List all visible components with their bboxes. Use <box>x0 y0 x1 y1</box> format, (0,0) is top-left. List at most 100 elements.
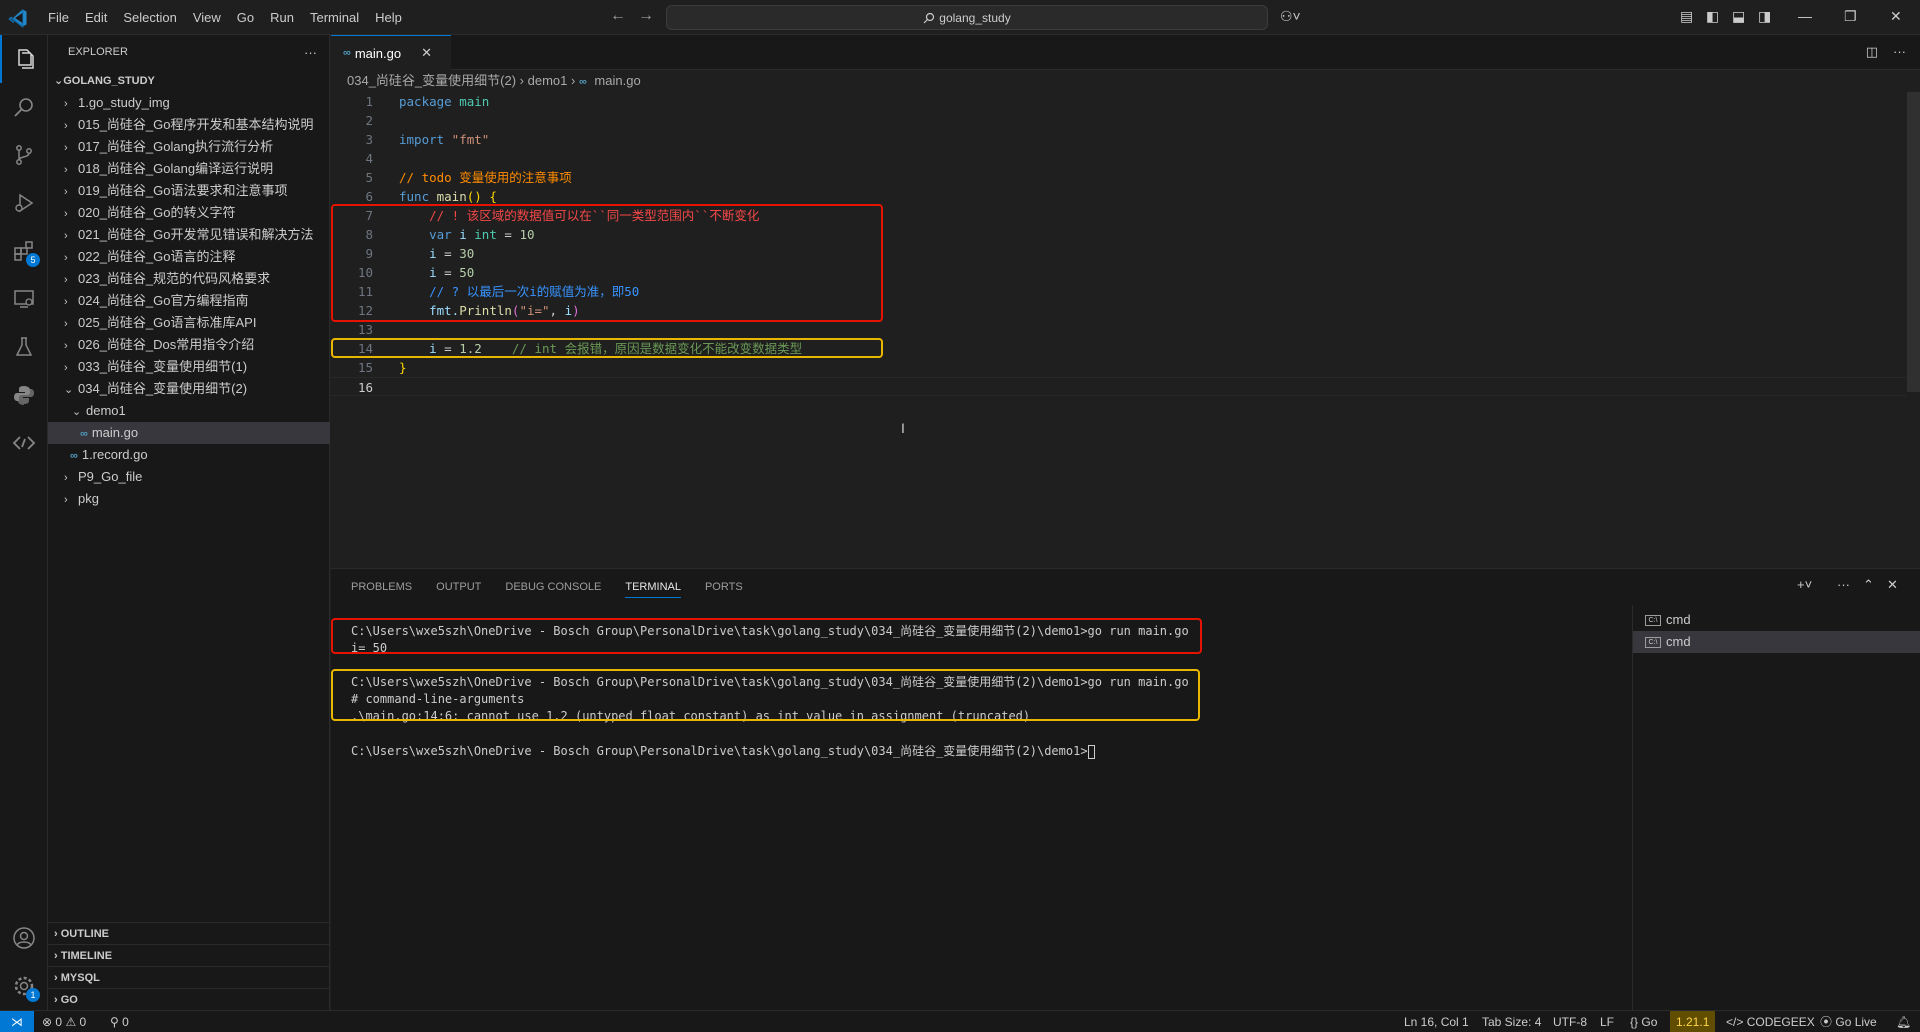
breadcrumb-folder[interactable]: 034_尚硅谷_变量使用细节(2) <box>347 73 516 88</box>
testing-icon[interactable] <box>0 323 48 371</box>
minimize-icon[interactable]: — <box>1798 8 1812 24</box>
terminal-entry-active[interactable]: C:\ cmd <box>1633 631 1920 653</box>
workspace-root[interactable]: ⌄GOLANG_STUDY <box>48 70 330 92</box>
close-window-icon[interactable]: ✕ <box>1890 8 1902 25</box>
cursor-position[interactable]: Ln 16, Col 1 <box>1404 1011 1469 1032</box>
back-arrow-icon[interactable]: ← <box>610 7 626 25</box>
forward-arrow-icon[interactable]: → <box>638 7 654 25</box>
tree-folder[interactable]: › 025_尚硅谷_Go语言标准库API <box>48 312 330 334</box>
tab-problems[interactable]: PROBLEMS <box>351 581 412 593</box>
terminal-entry[interactable]: C:\ cmd <box>1633 609 1920 631</box>
copilot-icon[interactable]: ⚇˅ <box>1280 8 1301 25</box>
more-actions-icon[interactable]: ··· <box>1837 577 1850 592</box>
tab-main-go[interactable]: ∞ main.go ✕ <box>331 35 451 70</box>
settings-gear-icon[interactable]: 1 <box>0 962 48 1010</box>
more-actions-icon[interactable]: ··· <box>1893 44 1906 59</box>
section-go[interactable]: › GO <box>48 988 330 1010</box>
toggle-secondary-sidebar-icon[interactable]: ◨ <box>1758 8 1771 25</box>
close-panel-icon[interactable]: ✕ <box>1887 577 1898 593</box>
tree-folder[interactable]: › 018_尚硅谷_Golang编译运行说明 <box>48 158 330 180</box>
account-icon[interactable] <box>0 914 48 962</box>
search-view-icon[interactable] <box>0 83 48 131</box>
language-mode[interactable]: {} Go <box>1630 1011 1657 1032</box>
tab-size[interactable]: Tab Size: 4 <box>1482 1011 1541 1032</box>
new-terminal-icon[interactable]: +˅ <box>1797 577 1812 592</box>
chevron-down-icon: ⌄ <box>64 384 74 396</box>
restore-icon[interactable]: ❐ <box>1844 8 1857 25</box>
menu-edit[interactable]: Edit <box>77 10 115 25</box>
tree-folder[interactable]: › 015_尚硅谷_Go程序开发和基本结构说明 <box>48 114 330 136</box>
go-live-status[interactable]: ⦿ Go Live <box>1820 1011 1877 1032</box>
chevron-right-icon: › <box>54 950 61 962</box>
tree-folder-open[interactable]: ⌄ 034_尚硅谷_变量使用细节(2) <box>48 378 330 400</box>
more-actions-icon[interactable]: ··· <box>304 35 317 70</box>
tree-folder[interactable]: › 021_尚硅谷_Go开发常见错误和解决方法 <box>48 224 330 246</box>
extensions-icon[interactable]: 5 <box>0 227 48 275</box>
maximize-panel-icon[interactable]: ⌃ <box>1863 577 1874 593</box>
tree-folder[interactable]: › 022_尚硅谷_Go语言的注释 <box>48 246 330 268</box>
warning-icon: ⚠ <box>65 1015 77 1029</box>
tree-folder[interactable]: › 024_尚硅谷_Go官方编程指南 <box>48 290 330 312</box>
chevron-right-icon: › <box>64 164 68 176</box>
section-mysql[interactable]: › MYSQL <box>48 966 330 988</box>
codegeex-icon[interactable] <box>0 419 48 467</box>
tree-folder[interactable]: › 017_尚硅谷_Golang执行流行分析 <box>48 136 330 158</box>
split-editor-icon[interactable]: ◫ <box>1866 44 1878 60</box>
tree-file-record-go[interactable]: ∞ 1.record.go <box>48 444 330 466</box>
tree-folder[interactable]: › P9_Go_file <box>48 466 330 488</box>
toggle-panel-icon[interactable]: ⬓ <box>1732 8 1745 25</box>
codegeex-status[interactable]: </> CODEGEEX <box>1726 1011 1815 1032</box>
tree-file-main-go[interactable]: ∞ main.go <box>48 422 330 444</box>
customize-layout-icon[interactable]: ▤ <box>1680 8 1693 25</box>
vscode-logo-icon[interactable] <box>8 8 28 28</box>
tree-folder-open[interactable]: ⌄ demo1 <box>48 400 330 422</box>
close-tab-icon[interactable]: ✕ <box>421 45 432 61</box>
chevron-right-icon: › <box>64 142 68 154</box>
remote-indicator-icon[interactable]: ⋊ <box>0 1011 34 1032</box>
ports-status[interactable]: ⚲ 0 <box>110 1011 129 1032</box>
braces-icon: {} <box>1630 1015 1639 1029</box>
eol[interactable]: LF <box>1600 1011 1614 1032</box>
tree-folder[interactable]: › 019_尚硅谷_Go语法要求和注意事项 <box>48 180 330 202</box>
breadcrumb-file[interactable]: main.go <box>594 73 640 88</box>
menu-view[interactable]: View <box>185 10 229 25</box>
remote-explorer-icon[interactable] <box>0 275 48 323</box>
tab-ports[interactable]: PORTS <box>705 581 743 593</box>
menu-terminal[interactable]: Terminal <box>302 10 367 25</box>
notifications-bell-icon[interactable]: 🔔︎ <box>1896 1011 1911 1032</box>
breadcrumb-subfolder[interactable]: demo1 <box>528 73 568 88</box>
toggle-sidebar-icon[interactable]: ◧ <box>1706 8 1719 25</box>
section-outline[interactable]: › OUTLINE <box>48 922 330 944</box>
editor-scrollbar[interactable] <box>1907 92 1920 392</box>
tree-folder[interactable]: › 023_尚硅谷_规范的代码风格要求 <box>48 268 330 290</box>
tree-folder[interactable]: › 026_尚硅谷_Dos常用指令介绍 <box>48 334 330 356</box>
tree-folder[interactable]: › 1.go_study_img <box>48 92 330 114</box>
python-icon[interactable] <box>0 371 48 419</box>
encoding[interactable]: UTF-8 <box>1553 1011 1587 1032</box>
terminal-icon: C:\ <box>1645 637 1661 649</box>
menu-selection[interactable]: Selection <box>115 10 184 25</box>
panel-tabs: PROBLEMS OUTPUT DEBUG CONSOLE TERMINAL P… <box>351 569 767 605</box>
menu-help[interactable]: Help <box>367 10 410 25</box>
explorer-icon[interactable] <box>0 35 48 83</box>
menu-file[interactable]: File <box>40 10 77 25</box>
codegeex-icon: </> <box>1726 1015 1744 1029</box>
menu-run[interactable]: Run <box>262 10 302 25</box>
tab-terminal[interactable]: TERMINAL <box>625 581 681 598</box>
terminal-output[interactable]: C:\Users\wxe5szh\OneDrive - Bosch Group\… <box>331 605 1631 1011</box>
go-version[interactable]: 1.21.1 <box>1670 1011 1716 1032</box>
source-control-icon[interactable] <box>0 131 48 179</box>
section-timeline[interactable]: › TIMELINE <box>48 944 330 966</box>
command-center-search[interactable]: golang_study <box>666 5 1268 30</box>
menu-go[interactable]: Go <box>229 10 262 25</box>
breadcrumb: 034_尚硅谷_变量使用细节(2) › demo1 › ∞ main.go <box>331 70 641 92</box>
tree-folder[interactable]: › 033_尚硅谷_变量使用细节(1) <box>48 356 330 378</box>
tab-output[interactable]: OUTPUT <box>436 581 481 593</box>
code-editor[interactable]: 1 package main 2 3 import "fmt" 4 5// todo… <box>331 92 1920 567</box>
go-file-icon: ∞ <box>70 450 78 462</box>
tree-folder[interactable]: › pkg <box>48 488 330 510</box>
problems-status[interactable]: ⊗ 0 ⚠ 0 <box>42 1011 86 1032</box>
tree-folder[interactable]: › 020_尚硅谷_Go的转义字符 <box>48 202 330 224</box>
run-debug-icon[interactable] <box>0 179 48 227</box>
tab-debug-console[interactable]: DEBUG CONSOLE <box>505 581 601 593</box>
